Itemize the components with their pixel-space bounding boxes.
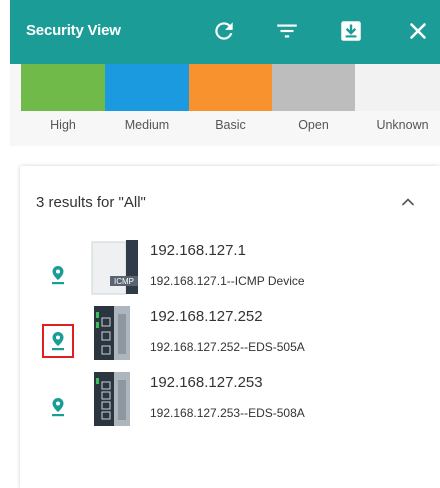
legend-swatch-basic [189, 64, 272, 111]
device-description: 192.168.127.253--EDS-508A [150, 406, 305, 420]
device-image [90, 304, 140, 362]
panel-title: Security View [26, 22, 121, 39]
legend-label-basic: Basic [215, 118, 246, 132]
device-description: 192.168.127.1--ICMP Device [150, 274, 305, 288]
filter-button[interactable] [274, 18, 300, 44]
device-ip: 192.168.127.1 [150, 242, 246, 259]
legend-swatch-open [272, 64, 355, 111]
locate-button-selected[interactable] [42, 324, 74, 358]
locate-button[interactable] [42, 390, 74, 424]
results-summary: 3 results for "All" [36, 194, 146, 211]
close-button[interactable] [405, 18, 431, 44]
legend-swatch-high [21, 64, 105, 111]
eds-switch-icon [94, 306, 130, 360]
export-button[interactable] [338, 18, 364, 44]
chevron-up-icon [402, 198, 414, 206]
device-description: 192.168.127.252--EDS-505A [150, 340, 305, 354]
download-icon [341, 21, 361, 41]
device-ip: 192.168.127.252 [150, 308, 263, 325]
map-pin-icon [52, 398, 64, 417]
device-badge: ICMP [114, 277, 134, 286]
security-level-legend: High Medium Basic Open Unknown [10, 64, 440, 146]
map-pin-icon [52, 266, 64, 285]
filter-icon [277, 24, 297, 38]
legend-swatch-unknown [355, 64, 440, 111]
list-item[interactable]: 192.168.127.253 192.168.127.253--EDS-508… [20, 366, 440, 430]
legend-label-high: High [50, 118, 76, 132]
legend-swatch-medium [105, 64, 189, 111]
collapse-button[interactable] [398, 192, 418, 212]
icmp-device-icon: ICMP [91, 240, 138, 295]
security-view-header: Security View [10, 0, 440, 64]
device-image [90, 370, 140, 428]
refresh-button[interactable] [211, 18, 237, 44]
map-pin-icon [52, 332, 64, 351]
results-card: 3 results for "All" ICMP 192.168.127.1 1… [20, 166, 440, 488]
legend-label-open: Open [298, 118, 329, 132]
list-item[interactable]: 192.168.127.252 192.168.127.252--EDS-505… [20, 300, 440, 364]
eds-switch-icon [94, 372, 130, 426]
locate-button[interactable] [42, 258, 74, 292]
legend-label-medium: Medium [124, 118, 170, 132]
close-icon [410, 23, 426, 39]
legend-label-unknown: Unknown [376, 118, 429, 132]
device-image: ICMP [90, 238, 140, 296]
device-ip: 192.168.127.253 [150, 374, 263, 391]
refresh-icon [215, 22, 233, 40]
list-item[interactable]: ICMP 192.168.127.1 192.168.127.1--ICMP D… [20, 234, 440, 298]
